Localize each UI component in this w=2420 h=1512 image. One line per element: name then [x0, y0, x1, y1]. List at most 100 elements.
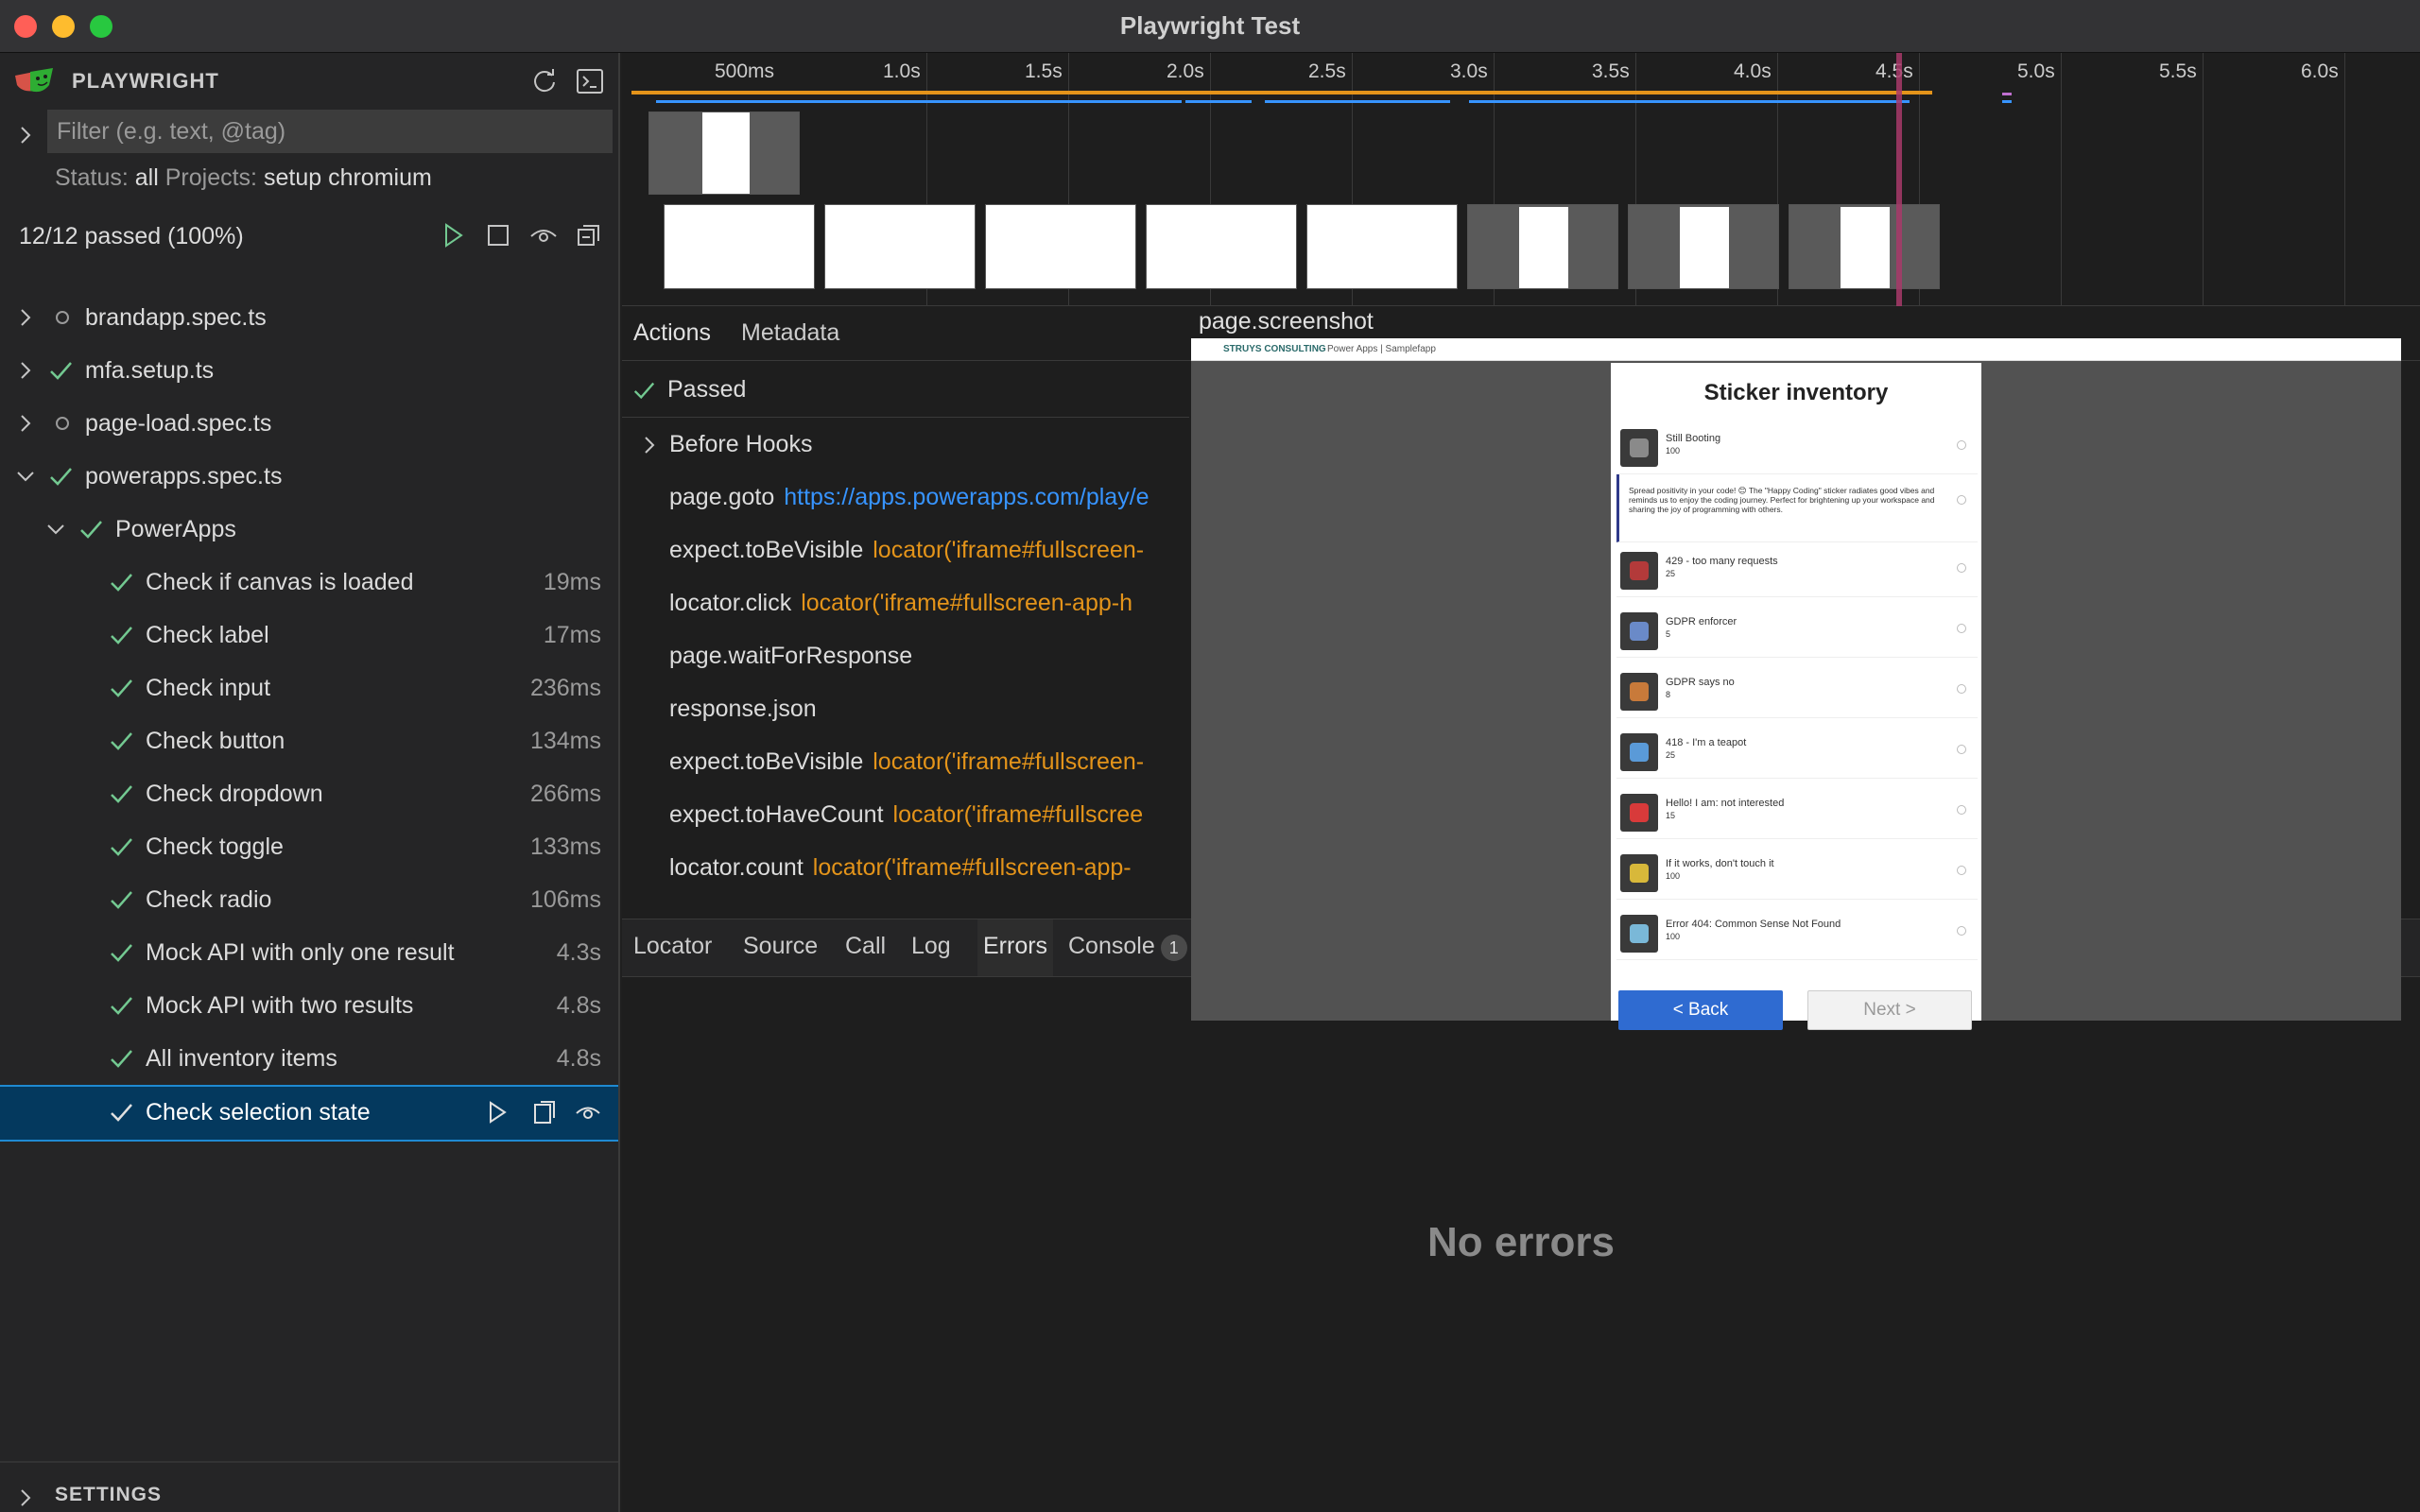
collapse-all-icon[interactable] — [575, 221, 603, 249]
screenshot-title: page.screenshot — [1199, 308, 1374, 335]
timeline-tick: 4.5s — [1876, 60, 1913, 82]
timeline-tick: 1.0s — [883, 60, 921, 82]
passed-check-icon — [111, 944, 132, 962]
no-errors-message: No errors — [1426, 1219, 1616, 1265]
tab-console[interactable]: Console 1 — [1068, 933, 1187, 961]
settings-divider — [0, 1461, 618, 1463]
test-duration: 106ms — [529, 886, 601, 913]
chevron-right-icon[interactable] — [15, 125, 36, 146]
test-item[interactable]: Check toggle 133ms — [0, 820, 618, 873]
tab-call[interactable]: Call — [845, 933, 886, 960]
tab-errors[interactable]: Errors — [977, 919, 1054, 976]
chevron-right-icon[interactable] — [639, 435, 660, 455]
sticker-image — [1620, 673, 1658, 711]
tree-file-powerapps[interactable]: powerapps.spec.ts — [0, 450, 618, 503]
tree-file-mfa-setup[interactable]: mfa.setup.ts — [0, 344, 618, 397]
inventory-item[interactable]: Error 404: Common Sense Not Found 100 — [1616, 905, 1978, 960]
terminal-icon[interactable] — [575, 66, 605, 96]
inventory-item[interactable]: 418 - I'm a teapot 25 — [1616, 724, 1978, 779]
timeline-thumbnail[interactable] — [1628, 204, 1779, 289]
action-arg-url[interactable]: https://apps.powerapps.com/play/e — [784, 484, 1149, 510]
next-button[interactable]: Next > — [1807, 990, 1972, 1030]
test-item[interactable]: All inventory items 4.8s — [0, 1032, 618, 1085]
chevron-right-icon[interactable] — [15, 307, 36, 328]
inventory-item[interactable]: If it works, don't touch it 100 — [1616, 845, 1978, 900]
status-filter-line[interactable]: Status: all Projects: setup chromium — [55, 164, 432, 192]
test-item[interactable]: Mock API with two results 4.8s — [0, 979, 618, 1032]
action-row[interactable]: locator.click locator('iframe#fullscreen-… — [622, 578, 1189, 631]
action-result-label: Passed — [667, 376, 747, 403]
tree-file-brandapp[interactable]: brandapp.spec.ts — [0, 291, 618, 344]
action-arg-locator: locator('iframe#fullscreen-app-h — [801, 590, 1132, 616]
timeline-cursor[interactable] — [1896, 53, 1902, 306]
tree-suite-powerapps[interactable]: PowerApps — [0, 503, 618, 556]
action-row[interactable]: expect.toHaveCount locator('iframe#fullsc… — [622, 790, 1189, 843]
chevron-right-icon[interactable] — [15, 413, 36, 434]
chevron-down-icon[interactable] — [15, 466, 36, 487]
test-item[interactable]: Check radio 106ms — [0, 873, 618, 926]
tab-log[interactable]: Log — [911, 933, 951, 960]
tab-actions[interactable]: Actions — [633, 319, 711, 347]
stop-icon[interactable] — [484, 221, 512, 249]
reload-icon[interactable] — [529, 66, 560, 96]
inventory-item-description[interactable]: Spread positivity in your code! 😊 The "H… — [1616, 474, 1978, 542]
timeline-thumbnail[interactable] — [1146, 204, 1297, 289]
action-name: locator.click — [669, 590, 792, 616]
sticker-swatch — [1630, 682, 1649, 701]
open-source-icon[interactable] — [531, 1099, 558, 1125]
timeline[interactable]: 500ms 1.0s 1.5s 2.0s 2.5s 3.0s 3.5s 4.0s… — [622, 53, 2420, 306]
test-item[interactable]: Check label 17ms — [0, 609, 618, 662]
action-result-row[interactable]: Passed — [622, 365, 1189, 418]
test-item[interactable]: Check input 236ms — [0, 662, 618, 714]
test-item[interactable]: Mock API with only one result 4.3s — [0, 926, 618, 979]
timeline-network-bar — [1185, 100, 1252, 103]
action-hooks-row[interactable]: Before Hooks — [622, 420, 1189, 472]
tab-metadata[interactable]: Metadata — [741, 319, 839, 347]
test-item[interactable]: Check if canvas is loaded 19ms — [0, 556, 618, 609]
inventory-item[interactable]: 429 - too many requests 25 — [1616, 542, 1978, 597]
tree-file-page-load[interactable]: page-load.spec.ts — [0, 397, 618, 450]
watch-all-icon[interactable] — [529, 221, 558, 249]
sticker-app: Sticker inventory Still Booting 100 Spre… — [1611, 363, 1981, 1030]
run-all-icon[interactable] — [439, 221, 467, 249]
inventory-item[interactable]: Hello! I am: not interested 15 — [1616, 784, 1978, 839]
test-item[interactable]: Check dropdown 266ms — [0, 767, 618, 820]
timeline-thumbnail[interactable] — [985, 204, 1136, 289]
back-button[interactable]: < Back — [1618, 990, 1783, 1030]
test-item-selected[interactable]: Check selection state — [0, 1085, 618, 1142]
timeline-thumbnail[interactable] — [648, 112, 800, 195]
powerapps-topbar: STRUYS CONSULTING Power Apps | Samplefap… — [1191, 338, 2401, 361]
test-item[interactable]: Check button 134ms — [0, 714, 618, 767]
chevron-down-icon[interactable] — [45, 519, 66, 540]
timeline-thumbnail[interactable] — [1467, 204, 1618, 289]
item-name: GDPR enforcer — [1666, 616, 1737, 627]
inventory-item[interactable]: Still Booting 100 — [1616, 420, 1978, 474]
timeline-thumbnail[interactable] — [1306, 204, 1458, 289]
action-row[interactable]: locator.count locator('iframe#fullscreen-… — [622, 843, 1189, 896]
action-row[interactable]: page.waitForResponse — [622, 631, 1189, 684]
action-row[interactable]: expect.toBeVisible locator('iframe#fullsc… — [622, 525, 1189, 578]
screenshot-preview: STRUYS CONSULTING Power Apps | Samplefap… — [1191, 338, 2401, 1030]
chevron-right-icon[interactable] — [15, 1487, 36, 1508]
test-duration: 17ms — [543, 622, 601, 648]
timeline-thumbnail[interactable] — [1789, 204, 1940, 289]
action-row[interactable]: page.goto https://apps.powerapps.com/play… — [622, 472, 1189, 525]
timeline-thumbnail[interactable] — [824, 204, 976, 289]
status-value[interactable]: all — [135, 164, 159, 191]
projects-value[interactable]: setup chromium — [264, 164, 432, 191]
action-row[interactable]: expect.toBeVisible locator('iframe#fullsc… — [622, 737, 1189, 790]
action-row[interactable]: response.json — [622, 684, 1189, 737]
timeline-thumbnail[interactable] — [664, 204, 815, 289]
settings-section[interactable]: SETTINGS — [0, 1482, 618, 1512]
watch-test-icon[interactable] — [575, 1099, 601, 1125]
tab-locator[interactable]: Locator — [633, 933, 712, 960]
filter-input[interactable] — [47, 110, 613, 153]
inventory-item[interactable]: GDPR enforcer 5 — [1616, 603, 1978, 658]
tab-source[interactable]: Source — [743, 933, 818, 960]
inventory-item[interactable]: GDPR says no 8 — [1616, 663, 1978, 718]
action-name: expect.toBeVisible — [669, 748, 864, 775]
chevron-right-icon[interactable] — [15, 360, 36, 381]
run-test-icon[interactable] — [484, 1099, 510, 1125]
item-chevron-icon — [1957, 495, 1966, 505]
timeline-tick: 5.0s — [2017, 60, 2055, 82]
